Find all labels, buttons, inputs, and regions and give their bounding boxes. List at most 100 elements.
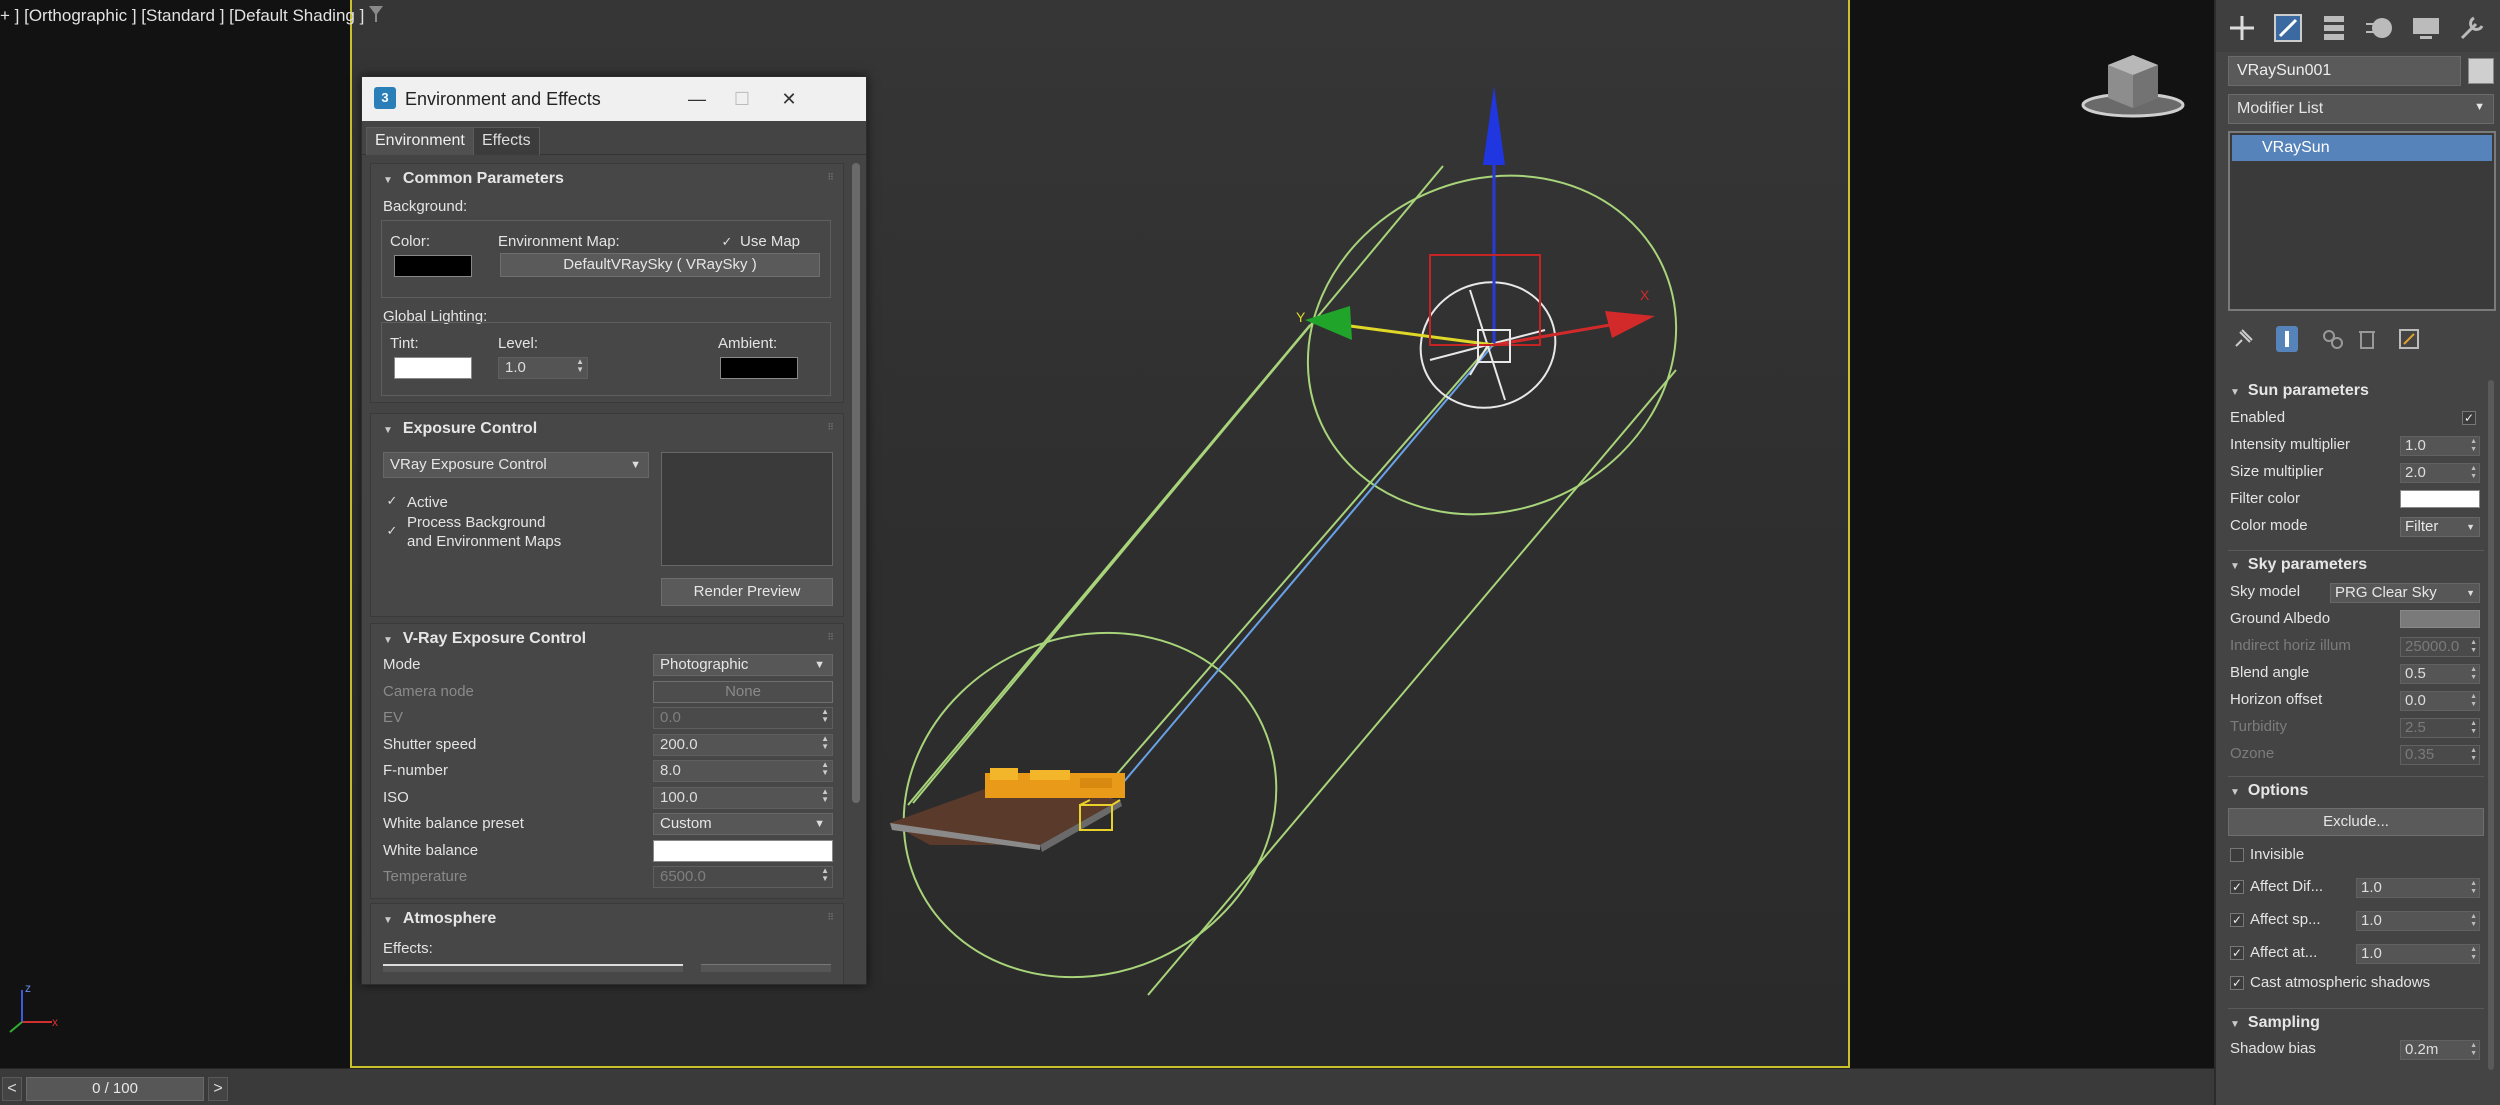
modify-tab-icon[interactable] xyxy=(2270,10,2306,46)
rollout-grip-icon[interactable]: ⠿ xyxy=(827,172,835,183)
sampling-header[interactable]: ▼ Sampling xyxy=(2230,1014,2320,1032)
maximize-button[interactable]: ☐ xyxy=(722,81,762,117)
blend-angle-spinner[interactable]: 0.5 ▲ ▼ xyxy=(2400,664,2480,684)
utilities-tab-icon[interactable] xyxy=(2454,10,2490,46)
make-unique-icon[interactable] xyxy=(2318,324,2348,354)
ground-albedo-swatch-gray[interactable] xyxy=(2400,610,2480,628)
affect-0-checkbox[interactable]: ✓ xyxy=(2230,880,2244,894)
vray-shutter-speed-spinner[interactable]: 200.0 ▲ ▼ xyxy=(653,733,833,756)
vray-mode-label: Mode xyxy=(383,656,421,673)
motion-tab-icon[interactable] xyxy=(2362,10,2398,46)
use-map-checkbox[interactable]: ✓ xyxy=(720,235,734,249)
indirect-horiz-illum-label: Indirect horiz illum xyxy=(2230,637,2351,654)
sun-parameters-header[interactable]: ▼ Sun parameters xyxy=(2230,382,2369,400)
affect-1-spinner[interactable]: 1.0 ▲ ▼ xyxy=(2356,911,2480,931)
sky-model-dropdown[interactable]: PRG Clear Sky ▼ xyxy=(2330,583,2480,603)
timeline-prev-button[interactable]: < xyxy=(2,1077,22,1101)
color-mode-dropdown[interactable]: Filter ▼ xyxy=(2400,517,2480,537)
shadow-bias-spinner[interactable]: 0.2m ▲ ▼ xyxy=(2400,1040,2480,1060)
sky-parameters-header[interactable]: ▼ Sky parameters xyxy=(2230,556,2367,574)
ambient-color-swatch[interactable] xyxy=(720,357,798,379)
affect-2-checkbox[interactable]: ✓ xyxy=(2230,946,2244,960)
hierarchy-tab-icon[interactable] xyxy=(2316,10,2352,46)
common-parameters-header[interactable]: ▼ Common Parameters xyxy=(383,170,564,188)
enabled-check[interactable]: ✓ xyxy=(2462,411,2476,425)
display-tab-icon[interactable] xyxy=(2408,10,2444,46)
process-background-label-2: and Environment Maps xyxy=(407,533,562,550)
stack-toolbar xyxy=(2228,322,2496,354)
exclude-button[interactable]: Exclude... xyxy=(2228,808,2484,836)
background-color-swatch[interactable] xyxy=(394,255,472,277)
viewcube-icon[interactable] xyxy=(2078,50,2188,120)
modifier-list-dropdown[interactable]: Modifier List ▼ xyxy=(2228,94,2494,124)
rollout-grip-icon[interactable]: ⠿ xyxy=(827,422,835,433)
object-name-field[interactable]: VRaySun001 xyxy=(2228,56,2461,86)
environment-map-button[interactable]: DefaultVRaySky ( VRaySky ) xyxy=(500,253,820,277)
object-color-swatch[interactable] xyxy=(2468,58,2494,84)
vray-exposure-header[interactable]: ▼ V-Ray Exposure Control xyxy=(383,630,586,648)
dialog-titlebar[interactable]: 3 Environment and Effects — ☐ ✕ xyxy=(362,77,866,121)
effects-list[interactable] xyxy=(383,964,683,972)
vray-white-balance-preset-dropdown[interactable]: Custom ▼ xyxy=(653,813,833,835)
vray-mode-dropdown[interactable]: Photographic ▼ xyxy=(653,654,833,676)
close-button[interactable]: ✕ xyxy=(769,81,809,117)
size-multiplier-spinner[interactable]: 2.0 ▲ ▼ xyxy=(2400,463,2480,483)
cylinder-edge-1 xyxy=(912,165,1444,804)
process-background-checkbox[interactable]: ✓ xyxy=(385,524,399,538)
vray-f-number-spinner[interactable]: 8.0 ▲ ▼ xyxy=(653,760,833,782)
show-end-result-icon[interactable] xyxy=(2272,324,2302,354)
create-tab-icon[interactable] xyxy=(2224,10,2260,46)
intensity-multiplier-spinner[interactable]: 1.0 ▲ ▼ xyxy=(2400,436,2480,456)
horizon-offset-spinner[interactable]: 0.0 ▲ ▼ xyxy=(2400,691,2480,711)
remove-modifier-icon[interactable] xyxy=(2352,324,2382,354)
scene-canvas[interactable]: Y X xyxy=(0,0,2214,1068)
gizmo-y-axis xyxy=(1349,324,1495,347)
dialog-scrollbar[interactable] xyxy=(852,163,860,803)
tint-color-swatch[interactable] xyxy=(394,357,472,379)
viewport[interactable]: Y X + ] [Orthographic ] [Standard ] [Def… xyxy=(0,0,2214,1068)
vray-camera-node-button: None xyxy=(653,680,833,703)
configure-modifier-sets-icon[interactable] xyxy=(2394,324,2424,354)
invisible-checkbox[interactable] xyxy=(2230,848,2244,862)
pin-stack-icon[interactable] xyxy=(2228,324,2258,354)
command-panel-scrollbar[interactable] xyxy=(2488,380,2494,1070)
gizmo-x-arrow xyxy=(1605,311,1655,338)
time-slider[interactable]: 0 / 100 xyxy=(26,1077,204,1101)
timeline-next-button[interactable]: > xyxy=(208,1077,228,1101)
tab-environment[interactable]: Environment xyxy=(366,127,474,155)
modifier-stack-item[interactable]: VRaySun xyxy=(2232,135,2492,161)
exposure-control-header[interactable]: ▼ Exposure Control xyxy=(383,420,537,438)
affect-0-spinner[interactable]: 1.0 ▲ ▼ xyxy=(2356,878,2480,898)
viewport-label[interactable]: + ] [Orthographic ] [Standard ] [Default… xyxy=(0,6,364,26)
color-mode-label: Color mode xyxy=(2230,517,2308,534)
environment-effects-dialog[interactable]: 3 Environment and Effects — ☐ ✕ Environm… xyxy=(361,76,867,985)
level-spinner[interactable]: 1.0 ▲ ▼ xyxy=(498,357,588,379)
active-checkbox[interactable]: ✓ xyxy=(385,494,399,508)
minimize-button[interactable]: — xyxy=(677,81,717,117)
command-panel-tabs xyxy=(2216,0,2500,52)
rollout-grip-icon[interactable]: ⠿ xyxy=(827,632,835,643)
global-lighting-group: Tint: Level: 1.0 ▲ ▼ Ambient: xyxy=(381,322,831,396)
modifier-stack[interactable]: VRaySun xyxy=(2228,131,2496,311)
tab-effects[interactable]: Effects xyxy=(473,127,540,155)
environment-map-label: Environment Map: xyxy=(498,233,620,250)
exposure-type-dropdown[interactable]: VRay Exposure Control ▼ xyxy=(383,452,649,478)
atmosphere-header[interactable]: ▼ Atmosphere xyxy=(383,910,496,928)
filter-color-swatch[interactable] xyxy=(2400,490,2480,508)
rollout-grip-icon[interactable]: ⠿ xyxy=(827,912,835,923)
gizmo-x-label: X xyxy=(1640,287,1650,303)
affect-1-label: Affect sp... xyxy=(2250,911,2321,928)
cast-shadows-checkbox[interactable]: ✓ xyxy=(2230,976,2244,990)
vray-iso-spinner[interactable]: 100.0 ▲ ▼ xyxy=(653,786,833,809)
axis-z-label: z xyxy=(25,981,31,995)
options-header[interactable]: ▼ Options xyxy=(2230,782,2308,800)
spinner-arrows-icon[interactable]: ▲ ▼ xyxy=(576,358,584,374)
affect-2-spinner[interactable]: 1.0 ▲ ▼ xyxy=(2356,944,2480,964)
effects-add-button[interactable] xyxy=(701,964,831,972)
render-preview-button[interactable]: Render Preview xyxy=(661,578,833,606)
dialog-body: ▼ Common Parameters ⠿ Background: Color: … xyxy=(362,155,866,984)
affect-1-checkbox[interactable]: ✓ xyxy=(2230,913,2244,927)
background-group: Color: Environment Map: ✓ Use Map Defaul… xyxy=(381,220,831,298)
filter-icon[interactable] xyxy=(368,4,384,24)
vray-white-balance-swatch[interactable] xyxy=(653,839,833,862)
